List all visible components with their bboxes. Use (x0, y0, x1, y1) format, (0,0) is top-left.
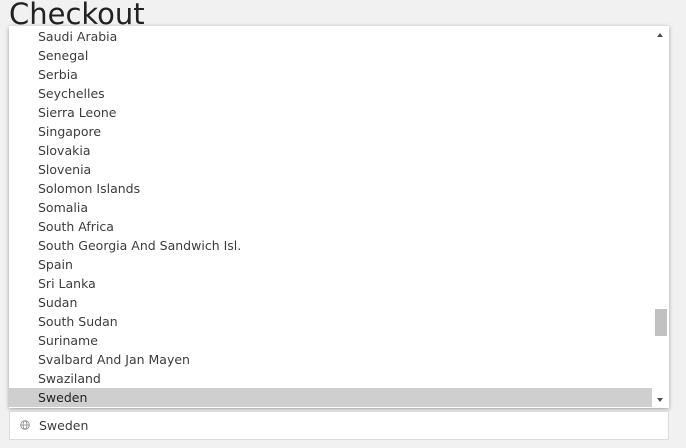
scroll-up-arrow-icon[interactable] (652, 26, 669, 43)
country-option[interactable]: South Sudan (9, 312, 652, 331)
country-option[interactable]: Suriname (9, 331, 652, 350)
country-option[interactable]: Slovakia (9, 141, 652, 160)
country-option[interactable]: Saudi Arabia (9, 27, 652, 46)
country-select[interactable]: Sweden (9, 411, 669, 440)
country-option[interactable]: South Georgia And Sandwich Isl. (9, 236, 652, 255)
scrollbar[interactable] (652, 26, 669, 408)
country-option[interactable]: Solomon Islands (9, 179, 652, 198)
country-option[interactable]: Singapore (9, 122, 652, 141)
country-option[interactable]: Sri Lanka (9, 274, 652, 293)
country-options: Saudi Arabia Senegal Serbia Seychelles Sierr… (9, 26, 652, 408)
country-select-value: Sweden (39, 418, 89, 433)
scroll-thumb[interactable] (655, 309, 667, 337)
country-option[interactable]: South Africa (9, 217, 652, 236)
country-option[interactable]: Sweden (9, 388, 652, 407)
country-option[interactable]: Senegal (9, 46, 652, 65)
country-option[interactable]: Spain (9, 255, 652, 274)
country-option[interactable]: Somalia (9, 198, 652, 217)
country-option[interactable]: Swaziland (9, 369, 652, 388)
country-option[interactable]: Svalbard And Jan Mayen (9, 350, 652, 369)
country-option[interactable]: Serbia (9, 65, 652, 84)
country-option[interactable]: Sudan (9, 293, 652, 312)
country-option[interactable]: Slovenia (9, 160, 652, 179)
country-dropdown-list[interactable]: Saudi Arabia Senegal Serbia Seychelles Sierr… (9, 26, 669, 408)
country-option[interactable]: Sierra Leone (9, 103, 652, 122)
globe-icon (20, 420, 30, 430)
country-option[interactable]: Seychelles (9, 84, 652, 103)
scroll-down-arrow-icon[interactable] (652, 391, 669, 408)
